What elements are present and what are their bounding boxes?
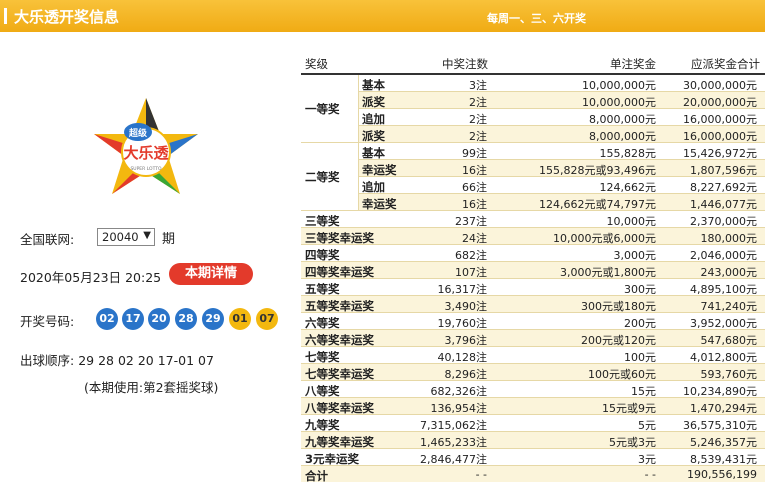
super-lotto-logo: 超级 大乐透 SUPER LOTTO (94, 98, 198, 194)
table-row: 五等奖幸运奖 3,490注 300元或180元 741,240元 (301, 296, 765, 313)
table-row: 六等奖幸运奖 3,796注 200元或120元 547,680元 (301, 330, 765, 347)
front-ball: 29 (202, 308, 224, 330)
table-row: 八等奖幸运奖 136,954注 15元或9元 1,470,294元 (301, 398, 765, 415)
draw-order: 出球顺序: 29 28 02 20 17-01 07 (20, 350, 214, 369)
table-row: 三等奖幸运奖 24注 10,000元或6,000元 180,000元 (301, 228, 765, 245)
draw-datetime: 2020年05月23日 20:25 (20, 270, 162, 285)
table-row: 3元幸运奖 2,846,477注 3元 8,539,431元 (301, 449, 765, 466)
table-row: 追加 66注 124,662元 8,227,692元 (301, 177, 765, 194)
table-row: 六等奖 19,760注 200元 3,952,000元 (301, 313, 765, 330)
svg-text:超级: 超级 (128, 127, 148, 139)
back-ball: 01 (229, 308, 251, 330)
table-row: 基本 99注 155,828元 15,426,972元 (301, 143, 765, 160)
winner-count: - - (475, 468, 487, 481)
prize-level: 一等奖 (301, 75, 358, 142)
table-row: 幸运奖 16注 155,828元或93,496元 1,807,596元 (301, 160, 765, 177)
draw-schedule: 每周一、三、六开奖 (487, 12, 586, 25)
page-header: 大乐透开奖信息 每周一、三、六开奖 (0, 0, 765, 32)
svg-text:SUPER LOTTO: SUPER LOTTO (130, 166, 162, 172)
table-row: 幸运奖 16注 124,662元或74,797元 1,446,077元 (301, 194, 765, 211)
total-prize: 190,556,199 (687, 468, 757, 481)
prize-level: 合计 (305, 469, 328, 482)
col-header-total: 应派奖金合计 (691, 57, 760, 71)
front-ball: 17 (122, 308, 144, 330)
table-row: 九等奖 7,315,062注 5元 36,575,310元 (301, 415, 765, 432)
table-row: 派奖 2注 8,000,000元 16,000,000元 (301, 126, 765, 143)
column-divider (358, 75, 359, 143)
ball-set-note: (本期使用:第2套摇奖球) (84, 380, 219, 395)
page-title: 大乐透开奖信息 (14, 8, 120, 26)
header-accent-bar (4, 8, 7, 24)
table-row: 九等奖幸运奖 1,465,233注 5元或3元 5,246,357元 (301, 432, 765, 449)
issue-select[interactable]: 20040 ▼ (97, 228, 155, 246)
back-ball: 07 (256, 308, 278, 330)
table-row: 七等奖幸运奖 8,296注 100元或60元 593,760元 (301, 364, 765, 381)
table-row: 合计 - - - - 190,556,199 (301, 466, 765, 482)
period-label: 期 (162, 232, 176, 247)
table-row: 七等奖 40,128注 100元 4,012,800元 (301, 347, 765, 364)
table-row: 追加 2注 8,000,000元 16,000,000元 (301, 109, 765, 126)
table-row: 八等奖 682,326注 15元 10,234,890元 (301, 381, 765, 398)
table-row: 五等奖 16,317注 300元 4,895,100元 (301, 279, 765, 296)
issue-select-value: 20040 (102, 230, 139, 244)
issue-label: 全国联网: (20, 232, 75, 247)
numbers-label: 开奖号码: (20, 314, 75, 329)
draw-order-label: 出球顺序: (20, 353, 75, 368)
front-ball: 20 (148, 308, 170, 330)
col-header-count: 中奖注数 (442, 57, 488, 71)
detail-button[interactable]: 本期详情 (169, 263, 253, 285)
draw-order-value: 29 28 02 20 17-01 07 (78, 353, 214, 368)
table-row: 基本 3注 10,000,000元 30,000,000元 (301, 75, 765, 92)
chevron-down-icon: ▼ (143, 230, 151, 241)
column-divider (358, 143, 359, 211)
table-row: 四等奖 682注 3,000元 2,046,000元 (301, 245, 765, 262)
col-header-unit: 单注奖金 (610, 57, 656, 71)
svg-text:大乐透: 大乐透 (123, 144, 169, 162)
table-row: 四等奖幸运奖 107注 3,000元或1,800元 243,000元 (301, 262, 765, 279)
prize-level: 二等奖 (301, 143, 358, 210)
front-ball: 02 (96, 308, 118, 330)
front-ball: 28 (175, 308, 197, 330)
table-row: 三等奖 237注 10,000元 2,370,000元 (301, 211, 765, 228)
unit-prize: - - (644, 468, 656, 481)
col-header-level: 奖级 (305, 57, 328, 71)
table-row: 派奖 2注 10,000,000元 20,000,000元 (301, 92, 765, 109)
